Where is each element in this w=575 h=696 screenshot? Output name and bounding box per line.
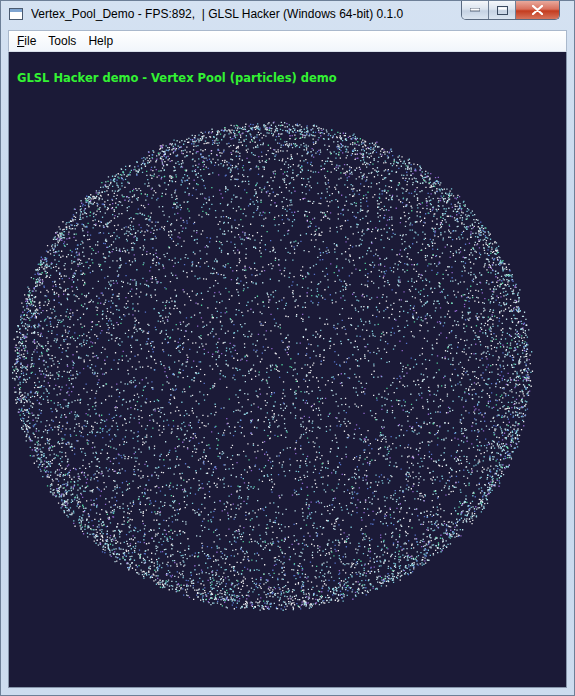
app-window: Vertex_Pool_Demo - FPS:892, | GLSL Hacke… <box>0 0 575 696</box>
minimize-icon <box>470 8 480 12</box>
overlay-text: GLSL Hacker demo - Vertex Pool (particle… <box>9 52 566 86</box>
close-button[interactable] <box>515 1 559 19</box>
window-controls <box>461 1 560 20</box>
menu-item[interactable]: File <box>11 32 42 51</box>
render-viewport[interactable]: GLSL Hacker demo - Vertex Pool (particle… <box>8 52 567 688</box>
title-bar[interactable]: Vertex_Pool_Demo - FPS:892, | GLSL Hacke… <box>1 1 574 30</box>
maximize-icon <box>497 6 508 15</box>
menu-item[interactable]: Help <box>82 32 119 51</box>
particle-sphere-icon <box>9 52 567 685</box>
menu-bar: FileToolsHelp <box>8 30 567 52</box>
minimize-button[interactable] <box>462 1 488 19</box>
menu-item[interactable]: Tools <box>42 32 82 51</box>
window-icon <box>9 8 23 20</box>
maximize-button[interactable] <box>488 1 515 19</box>
close-icon <box>532 5 543 15</box>
window-body: FileToolsHelpGLSL Hacker demo - Vertex P… <box>1 30 574 695</box>
window-title: Vertex_Pool_Demo - FPS:892, | GLSL Hacke… <box>31 7 461 22</box>
